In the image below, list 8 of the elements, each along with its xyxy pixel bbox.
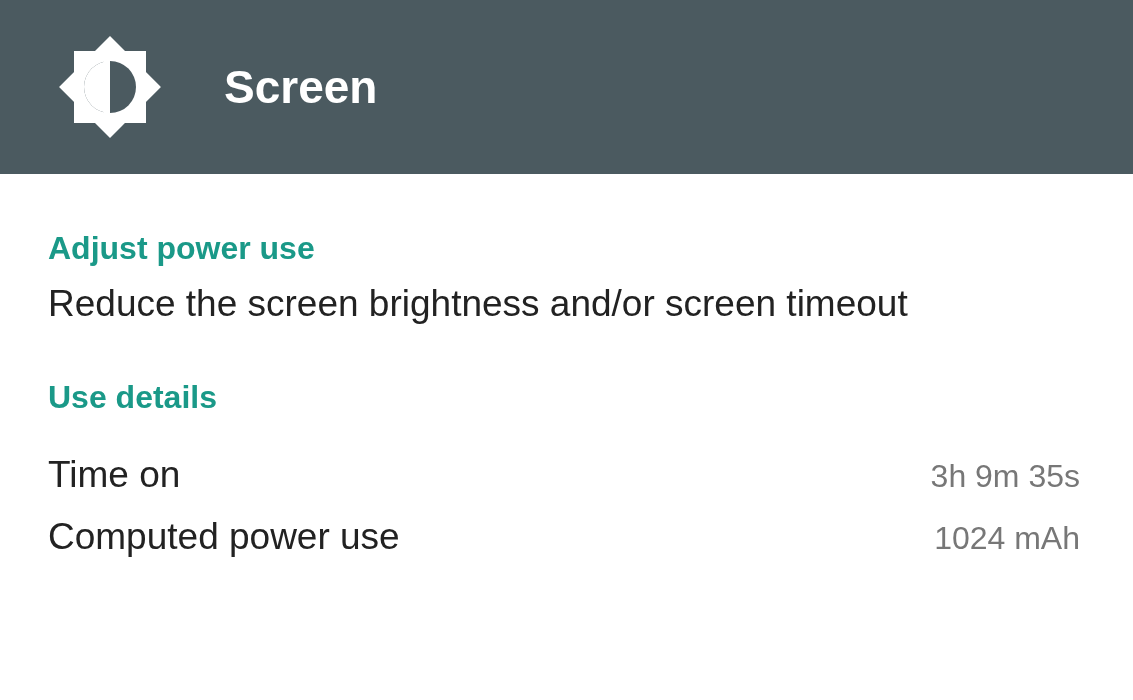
detail-label: Time on <box>48 454 181 496</box>
screen-title: Screen <box>224 60 378 114</box>
section-summary: Reduce the screen brightness and/or screen timeout <box>48 283 909 325</box>
detail-label: Computed power use <box>48 516 400 558</box>
section-heading: Adjust power use <box>48 230 316 267</box>
detail-value: 3h 9m 35s <box>930 458 1080 495</box>
section-heading: Use details <box>48 379 218 416</box>
detail-value: 1024 mAh <box>934 520 1080 557</box>
